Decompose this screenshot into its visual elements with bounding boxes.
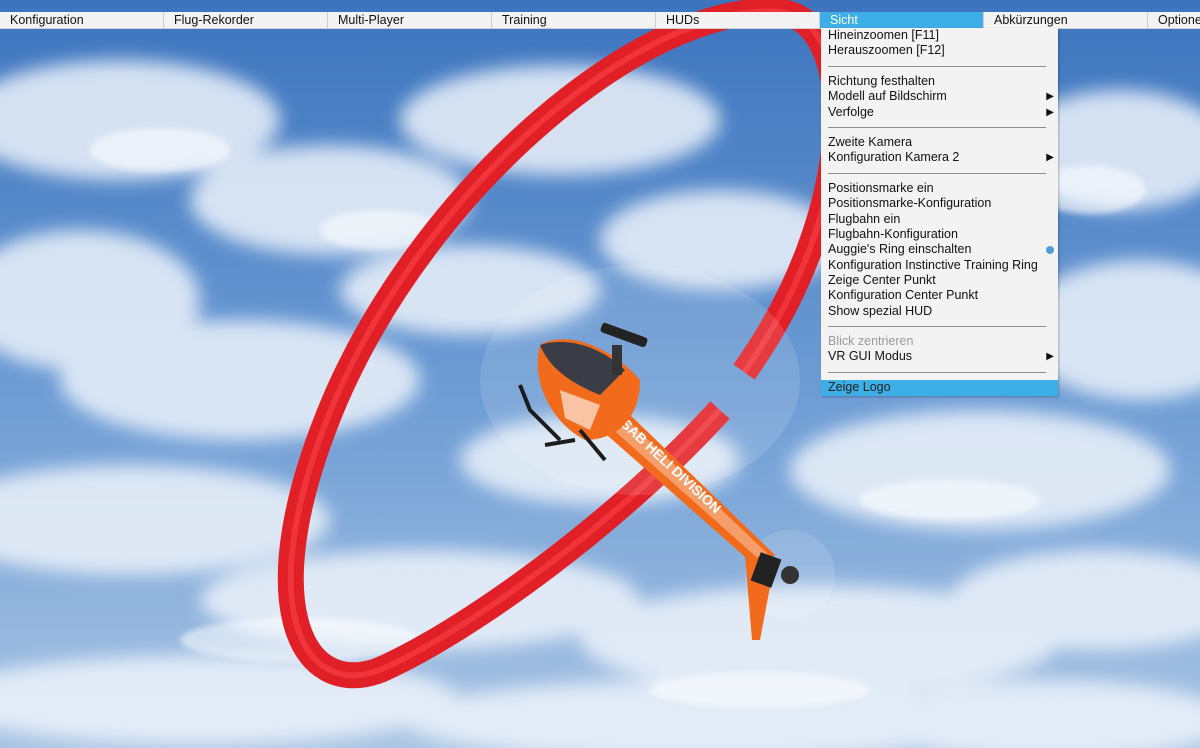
menu-separator bbox=[828, 372, 1046, 373]
menu-separator bbox=[828, 326, 1046, 327]
menu-item-label: Positionsmarke-Konfiguration bbox=[828, 196, 992, 210]
menubar: Konfiguration Flug-Rekorder Multi-Player Tr… bbox=[0, 12, 1200, 29]
menu-item-show-spezial-hud[interactable]: Show spezial HUD bbox=[821, 304, 1058, 319]
menu-item-label: Verfolge bbox=[828, 105, 874, 119]
menu-item-konfiguration-instinctive-training-ring[interactable]: Konfiguration Instinctive Training Ring bbox=[821, 258, 1058, 273]
triangle-right-icon: ▶ bbox=[1046, 351, 1054, 362]
sicht-dropdown-menu: Hineinzoomen [F11] Herauszoomen [F12] Rich… bbox=[821, 28, 1058, 396]
menu-item-label: Richtung festhalten bbox=[828, 74, 936, 88]
radio-dot-icon bbox=[1046, 246, 1054, 254]
triangle-right-icon: ▶ bbox=[1046, 91, 1054, 102]
menu-item-blick-zentrieren: Blick zentrieren bbox=[821, 334, 1058, 349]
menu-item-label: Auggie's Ring einschalten bbox=[828, 242, 972, 256]
menu-konfiguration[interactable]: Konfiguration bbox=[0, 12, 164, 28]
menu-item-label: Zeige Logo bbox=[828, 380, 891, 394]
menu-item-label: Positionsmarke ein bbox=[828, 181, 934, 195]
menu-item-flugbahn-ein[interactable]: Flugbahn ein bbox=[821, 212, 1058, 227]
menu-item-verfolge[interactable]: Verfolge ▶ bbox=[821, 105, 1058, 120]
triangle-right-icon: ▶ bbox=[1046, 152, 1054, 163]
menu-item-zweite-kamera[interactable]: Zweite Kamera bbox=[821, 135, 1058, 150]
menu-item-label: Konfiguration Instinctive Training Ring bbox=[828, 258, 1038, 272]
menu-item-label: Hineinzoomen [F11] bbox=[828, 28, 939, 42]
menu-item-label: Konfiguration Kamera 2 bbox=[828, 150, 960, 164]
menu-item-label: Modell auf Bildschirm bbox=[828, 89, 947, 103]
menu-item-label: Flugbahn ein bbox=[828, 212, 901, 226]
menu-item-label: Zeige Center Punkt bbox=[828, 273, 936, 287]
menu-item-positionsmarke-konfiguration[interactable]: Positionsmarke-Konfiguration bbox=[821, 196, 1058, 211]
menu-item-hineinzoomen-f11[interactable]: Hineinzoomen [F11] bbox=[821, 28, 1058, 43]
menu-multi-player[interactable]: Multi-Player bbox=[328, 12, 492, 28]
menu-item-label: Herauszoomen [F12] bbox=[828, 43, 945, 57]
menu-abkürzungen[interactable]: Abkürzungen bbox=[984, 12, 1148, 28]
triangle-right-icon: ▶ bbox=[1046, 107, 1054, 118]
menu-item-label: Show spezial HUD bbox=[828, 304, 933, 318]
menu-separator bbox=[828, 66, 1046, 67]
menu-item-modell-auf-bildschirm[interactable]: Modell auf Bildschirm ▶ bbox=[821, 89, 1058, 104]
menu-item-label: Konfiguration Center Punkt bbox=[828, 288, 979, 302]
menu-item-positionsmarke-ein[interactable]: Positionsmarke ein bbox=[821, 181, 1058, 196]
menu-item-auggie-s-ring-einschalten[interactable]: Auggie's Ring einschalten bbox=[821, 242, 1058, 257]
menu-separator bbox=[828, 173, 1046, 174]
menu-item-konfiguration-kamera-2[interactable]: Konfiguration Kamera 2 ▶ bbox=[821, 150, 1058, 165]
menu-item-label: VR GUI Modus bbox=[828, 349, 913, 363]
menu-sicht[interactable]: Sicht bbox=[820, 12, 984, 28]
menu-item-zeige-logo[interactable]: Zeige Logo bbox=[821, 380, 1058, 396]
menu-separator bbox=[828, 127, 1046, 128]
menu-training[interactable]: Training bbox=[492, 12, 656, 28]
menu-flug-rekorder[interactable]: Flug-Rekorder bbox=[164, 12, 328, 28]
menu-item-label: Zweite Kamera bbox=[828, 135, 913, 149]
menu-item-herauszoomen-f12[interactable]: Herauszoomen [F12] bbox=[821, 43, 1058, 58]
menu-item-label: Flugbahn-Konfiguration bbox=[828, 227, 958, 241]
menu-item-richtung-festhalten[interactable]: Richtung festhalten bbox=[821, 74, 1058, 89]
menu-item-flugbahn-konfiguration[interactable]: Flugbahn-Konfiguration bbox=[821, 227, 1058, 242]
menu-item-zeige-center-punkt[interactable]: Zeige Center Punkt bbox=[821, 273, 1058, 288]
menu-optionen[interactable]: Optionen bbox=[1148, 12, 1200, 28]
menu-item-konfiguration-center-punkt[interactable]: Konfiguration Center Punkt bbox=[821, 288, 1058, 303]
menu-item-label: Blick zentrieren bbox=[828, 334, 914, 348]
menu-huds[interactable]: HUDs bbox=[656, 12, 820, 28]
menu-item-vr-gui-modus[interactable]: VR GUI Modus ▶ bbox=[821, 349, 1058, 364]
